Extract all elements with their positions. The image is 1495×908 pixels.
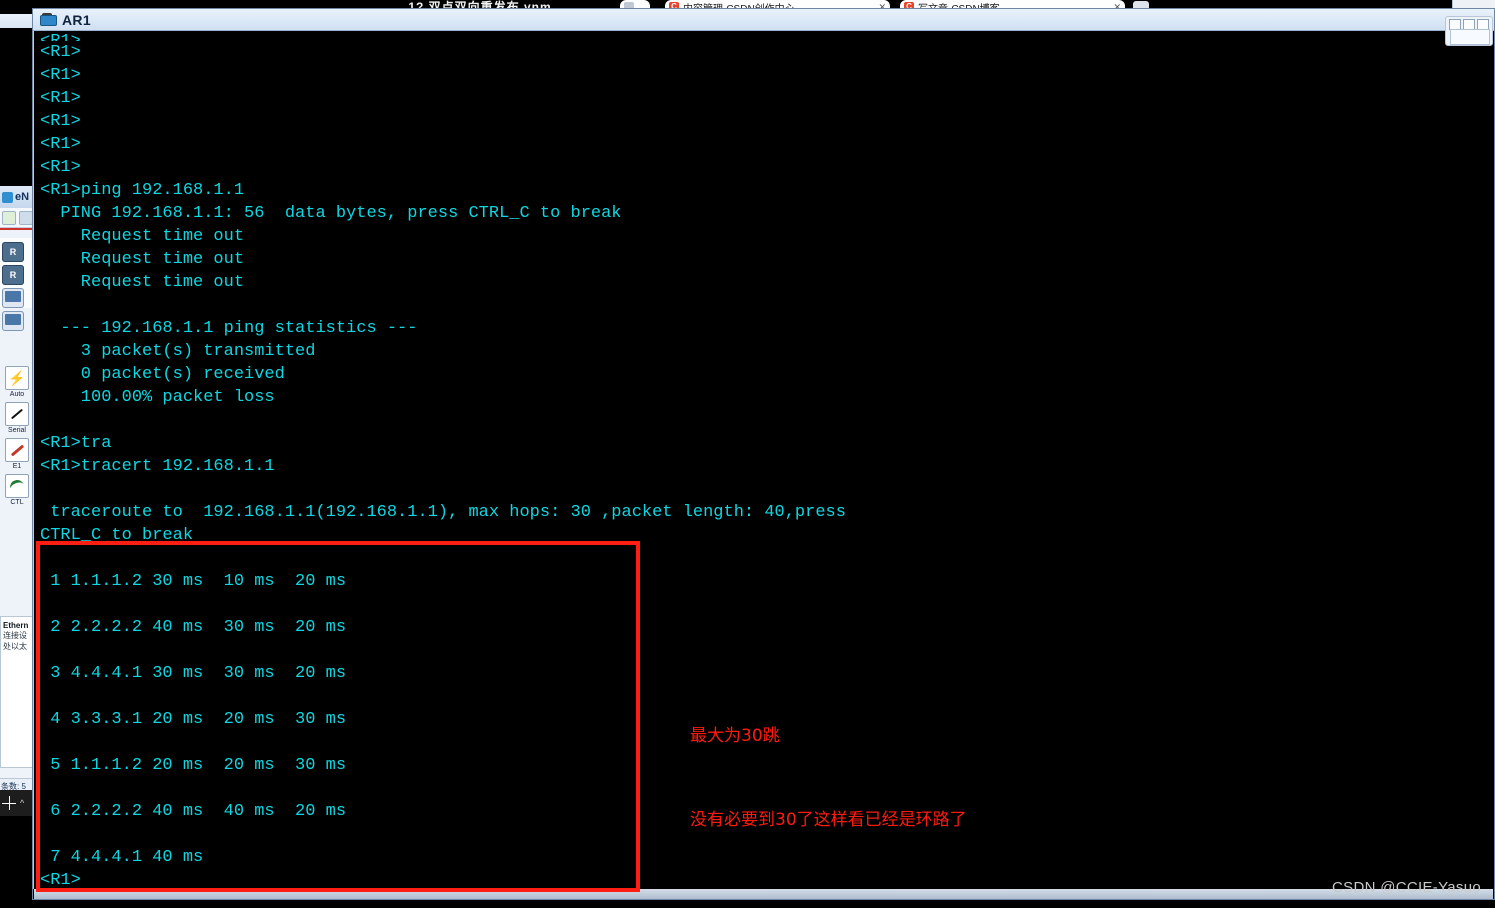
terminal-line: 3 packet(s) transmitted — [40, 342, 316, 361]
terminal-line: traceroute to 192.168.1.1(192.168.1.1), … — [40, 503, 846, 522]
terminal-line: <R1> — [40, 158, 81, 177]
annotation-text: 最大为30跳 没有必要到30了这样看已经是环路了 — [690, 666, 1110, 890]
terminal-line: 100.00% packet loss — [40, 388, 275, 407]
new-topology-icon[interactable] — [2, 210, 16, 225]
terminal-line: CTRL_C to break — [40, 526, 194, 545]
auto-link-icon[interactable]: ⚡ — [5, 366, 29, 390]
ar1-title-bar[interactable]: AR1 — [33, 9, 1494, 31]
terminal-line: Request time out — [40, 250, 245, 269]
windows-start-icon[interactable] — [2, 796, 16, 810]
ensp-window: eN ⚡ Auto Serial E1 — [0, 186, 35, 802]
router-icon[interactable] — [2, 242, 24, 262]
ensp-device-palette[interactable] — [0, 238, 34, 331]
tool-label: Auto — [9, 391, 25, 398]
ar1-bottom-scrollbar[interactable] — [34, 889, 1493, 899]
ensp-toolbar[interactable] — [0, 208, 34, 228]
router-icon[interactable] — [2, 265, 24, 285]
panel-line: 连接设 — [3, 631, 27, 640]
pc-icon[interactable] — [2, 311, 24, 331]
desktop-background: 1? 双点双向重发布.vnm C 内容管理-CSDN创作中心 ✕ C 写文章-C… — [0, 0, 1495, 908]
window-preview — [1450, 29, 1490, 45]
serial-link-icon[interactable] — [5, 402, 29, 426]
terminal-line: <R1> — [40, 112, 81, 131]
e1-link-icon[interactable] — [5, 438, 29, 462]
ensp-logo-icon — [2, 191, 13, 203]
tool-e1[interactable]: E1 — [5, 438, 29, 470]
open-topology-icon[interactable] — [19, 210, 33, 225]
annotation-line-1: 最大为30跳 — [690, 726, 780, 746]
chevron-up-icon[interactable]: ^ — [20, 798, 24, 808]
ensp-title-text: eN — [15, 191, 30, 203]
terminal-line: --- 192.168.1.1 ping statistics --- — [40, 319, 418, 338]
tool-label: CTL — [10, 499, 24, 506]
terminal-line: Request time out — [40, 227, 245, 246]
router-icon — [40, 13, 57, 26]
terminal-line: <R1>ping 192.168.1.1 — [40, 181, 245, 200]
terminal-line: 2 2.2.2.2 40 ms 30 ms 20 ms — [40, 618, 347, 637]
tool-auto[interactable]: ⚡ Auto — [5, 366, 29, 398]
window-restore-buttons[interactable] — [1445, 16, 1493, 46]
terminal-line: <R1> — [40, 31, 1493, 41]
annotation-line-2: 没有必要到30了这样看已经是环路了 — [690, 810, 967, 830]
terminal-line: 1 1.1.1.2 30 ms 10 ms 20 ms — [40, 572, 347, 591]
pc-icon[interactable] — [2, 288, 24, 308]
tool-serial[interactable]: Serial — [5, 402, 29, 434]
ensp-title-bar: eN — [0, 186, 34, 208]
terminal-line: <R1> — [40, 135, 81, 154]
ar1-title-text: AR1 — [62, 11, 91, 28]
terminal-line: PING 192.168.1.1: 56 data bytes, press C… — [40, 204, 622, 223]
ensp-info-panel: Ethern 连接设 处以太 — [0, 616, 34, 768]
watermark-text: CSDN @CCIE-Yasuo — [1332, 879, 1481, 896]
terminal-line: <R1>tra — [40, 434, 112, 453]
terminal-line: Request time out — [40, 273, 245, 292]
panel-title: Ethern — [3, 621, 29, 630]
tool-ctl[interactable]: CTL — [5, 474, 29, 506]
ctl-link-icon[interactable] — [5, 474, 29, 498]
tool-label: Serial — [8, 427, 26, 434]
terminal-line: <R1> — [40, 43, 81, 62]
terminal-line: <R1> — [40, 89, 81, 108]
terminal-line: 0 packet(s) received — [40, 365, 285, 384]
ensp-link-tools[interactable]: ⚡ Auto Serial E1 CTL — [0, 366, 34, 551]
panel-line: 处以太 — [3, 642, 27, 651]
ensp-accent-divider — [0, 228, 34, 230]
terminal-line: <R1> — [40, 66, 81, 85]
windows-taskbar[interactable]: ^ — [0, 790, 34, 816]
tool-label: E1 — [12, 463, 22, 470]
terminal-line: <R1>tracert 192.168.1.1 — [40, 457, 275, 476]
